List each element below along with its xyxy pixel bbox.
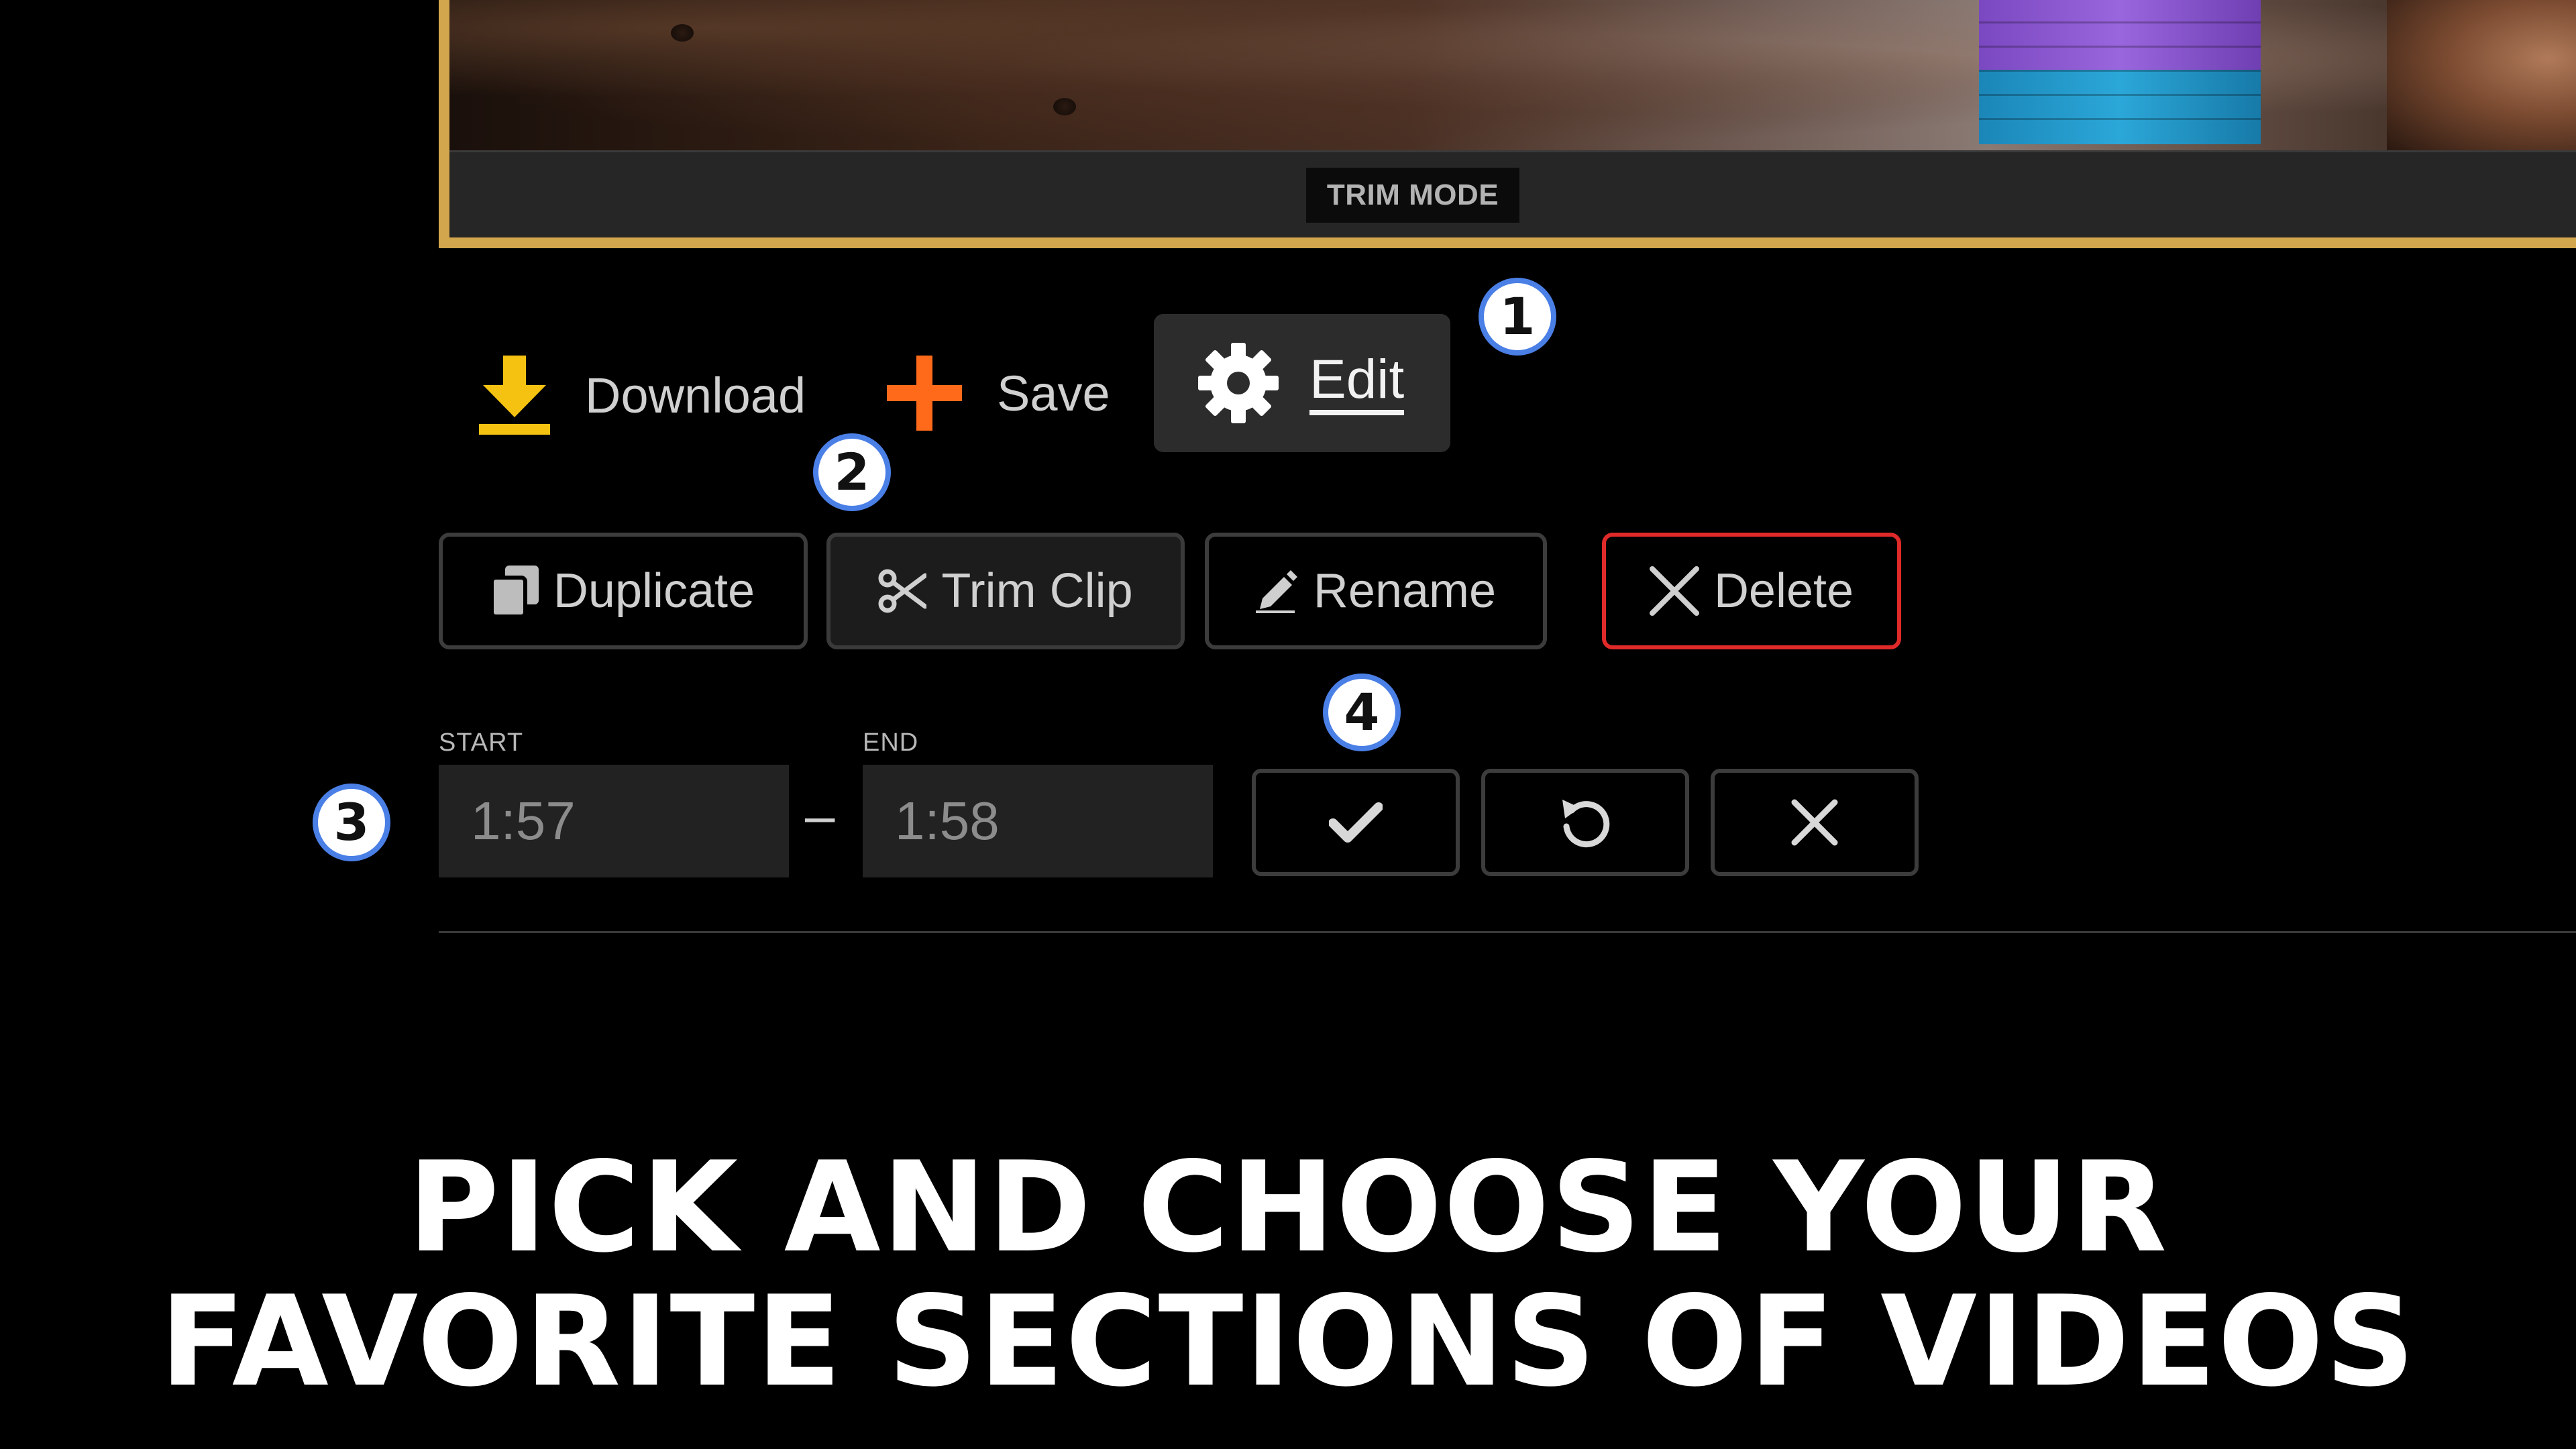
block-row xyxy=(1979,70,2261,96)
end-time-input[interactable] xyxy=(863,765,1213,877)
headline-line-2: FAVORITE SECTIONS OF VIDEOS xyxy=(160,1269,2416,1414)
duplicate-button[interactable]: Duplicate xyxy=(439,533,808,649)
check-icon xyxy=(1329,802,1383,843)
download-icon xyxy=(479,356,550,435)
gear-icon xyxy=(1197,341,1280,425)
headline-line-1: PICK AND CHOOSE YOUR xyxy=(407,1134,2169,1280)
section-divider xyxy=(439,931,2576,933)
edit-label: Edit xyxy=(1309,350,1405,416)
block-tower xyxy=(1979,0,2261,150)
close-icon xyxy=(1649,566,1699,616)
promo-headline: PICK AND CHOOSE YOUR FAVORITE SECTIONS O… xyxy=(0,1140,2576,1409)
scissors-icon xyxy=(878,569,927,613)
edit-button[interactable]: Edit xyxy=(1154,314,1450,452)
block-row xyxy=(1979,21,2261,48)
close-icon xyxy=(1790,798,1839,847)
end-label: END xyxy=(863,729,919,757)
video-frame-image xyxy=(449,0,2576,150)
block-row xyxy=(1979,118,2261,144)
save-label: Save xyxy=(997,365,1110,421)
callout-1: 1 xyxy=(1479,278,1556,356)
sofa-tuft xyxy=(671,24,694,42)
range-separator: – xyxy=(805,786,835,845)
callout-4: 4 xyxy=(1323,674,1401,751)
cancel-trim-button[interactable] xyxy=(1711,769,1919,876)
rename-button[interactable]: Rename xyxy=(1205,533,1547,649)
delete-button[interactable]: Delete xyxy=(1602,533,1901,649)
person-arm xyxy=(2387,0,2576,150)
callout-3: 3 xyxy=(313,784,390,861)
block-row xyxy=(1979,0,2261,23)
duplicate-label: Duplicate xyxy=(553,564,755,618)
reset-trim-button[interactable] xyxy=(1481,769,1689,876)
trim-mode-badge: TRIM MODE xyxy=(1306,168,1519,223)
rename-label: Rename xyxy=(1313,564,1497,618)
start-time-input[interactable] xyxy=(439,765,789,877)
plus-icon xyxy=(887,356,962,431)
delete-label: Delete xyxy=(1713,564,1854,618)
download-label: Download xyxy=(585,367,806,423)
copy-icon xyxy=(491,566,539,616)
undo-icon xyxy=(1558,796,1612,849)
sofa-tuft xyxy=(1053,98,1076,115)
start-label: START xyxy=(439,729,524,757)
save-button[interactable]: Save xyxy=(887,356,1110,431)
download-button[interactable]: Download xyxy=(479,356,806,435)
block-row xyxy=(1979,94,2261,120)
callout-2: 2 xyxy=(813,433,891,511)
pencil-icon xyxy=(1255,569,1299,613)
trim-clip-button[interactable]: Trim Clip xyxy=(826,533,1185,649)
confirm-trim-button[interactable] xyxy=(1252,769,1460,876)
trim-clip-label: Trim Clip xyxy=(941,564,1133,618)
block-row xyxy=(1979,46,2261,72)
